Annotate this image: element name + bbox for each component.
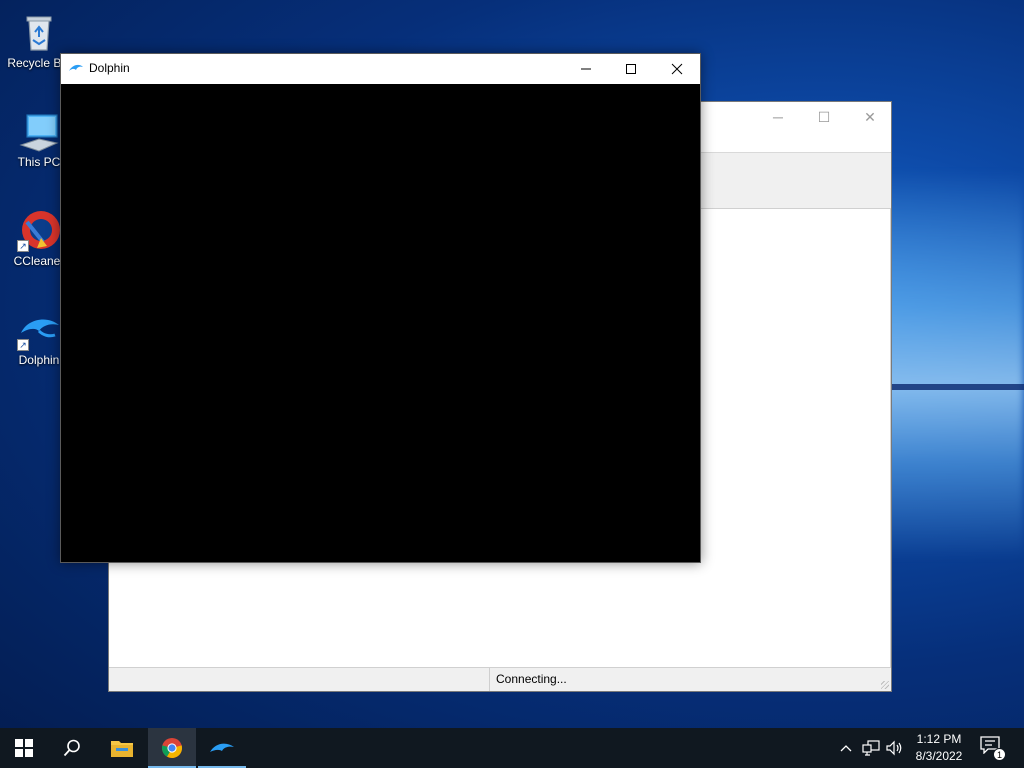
volume-icon <box>886 740 902 756</box>
network-icon <box>862 740 880 756</box>
close-button[interactable] <box>654 54 700 84</box>
chevron-up-icon <box>840 745 852 752</box>
ccleaner-icon: ↗ <box>17 208 61 252</box>
chrome-icon <box>161 738 183 759</box>
folder-icon <box>111 741 133 757</box>
resize-grip-icon[interactable] <box>881 681 889 689</box>
render-area[interactable] <box>61 84 700 562</box>
minimize-button[interactable] <box>563 54 609 84</box>
taskbar-clock[interactable]: 1:12 PM 8/3/2022 <box>905 731 973 765</box>
search-button[interactable] <box>48 728 96 768</box>
status-text: Connecting... <box>489 668 567 691</box>
maximize-icon <box>626 64 636 74</box>
wallpaper-light-beam <box>880 170 1024 560</box>
notification-badge: 1 <box>993 748 1006 761</box>
minimize-icon <box>581 68 591 70</box>
shortcut-arrow-icon: ↗ <box>17 339 29 351</box>
dolphin-icon <box>210 743 234 752</box>
clock-time: 1:12 PM <box>916 732 962 746</box>
shortcut-arrow-icon: ↗ <box>17 240 29 252</box>
show-hidden-icons-button[interactable] <box>836 728 856 768</box>
taskbar: 1:12 PM 8/3/2022 1 <box>0 728 1024 768</box>
file-explorer-button[interactable] <box>98 728 146 768</box>
window-title: Dolphin <box>89 61 130 75</box>
windows-start-icon <box>15 739 33 757</box>
status-bar: Connecting... <box>109 667 891 691</box>
close-icon <box>671 63 683 75</box>
volume-button[interactable] <box>884 728 906 768</box>
chrome-button[interactable] <box>148 728 196 768</box>
network-button[interactable] <box>860 728 882 768</box>
maximize-button[interactable] <box>608 54 654 84</box>
dolphin-icon: ↗ <box>17 307 61 351</box>
clock-date: 8/3/2022 <box>915 749 963 763</box>
dolphin-window[interactable]: Dolphin <box>60 53 701 563</box>
dolphin-taskbar-button[interactable] <box>198 728 246 768</box>
search-icon <box>63 739 80 757</box>
maximize-button[interactable]: ☐ <box>801 106 847 128</box>
action-center-button[interactable]: 1 <box>980 736 1006 761</box>
dolphin-titlebar[interactable]: Dolphin <box>61 54 700 84</box>
start-button[interactable] <box>0 728 48 768</box>
recycle-bin-icon <box>17 10 61 54</box>
minimize-button[interactable]: ─ <box>755 106 801 128</box>
dolphin-icon <box>68 61 84 75</box>
close-button[interactable]: ✕ <box>847 106 893 128</box>
computer-icon <box>17 109 61 153</box>
wallpaper-band <box>890 384 1024 390</box>
